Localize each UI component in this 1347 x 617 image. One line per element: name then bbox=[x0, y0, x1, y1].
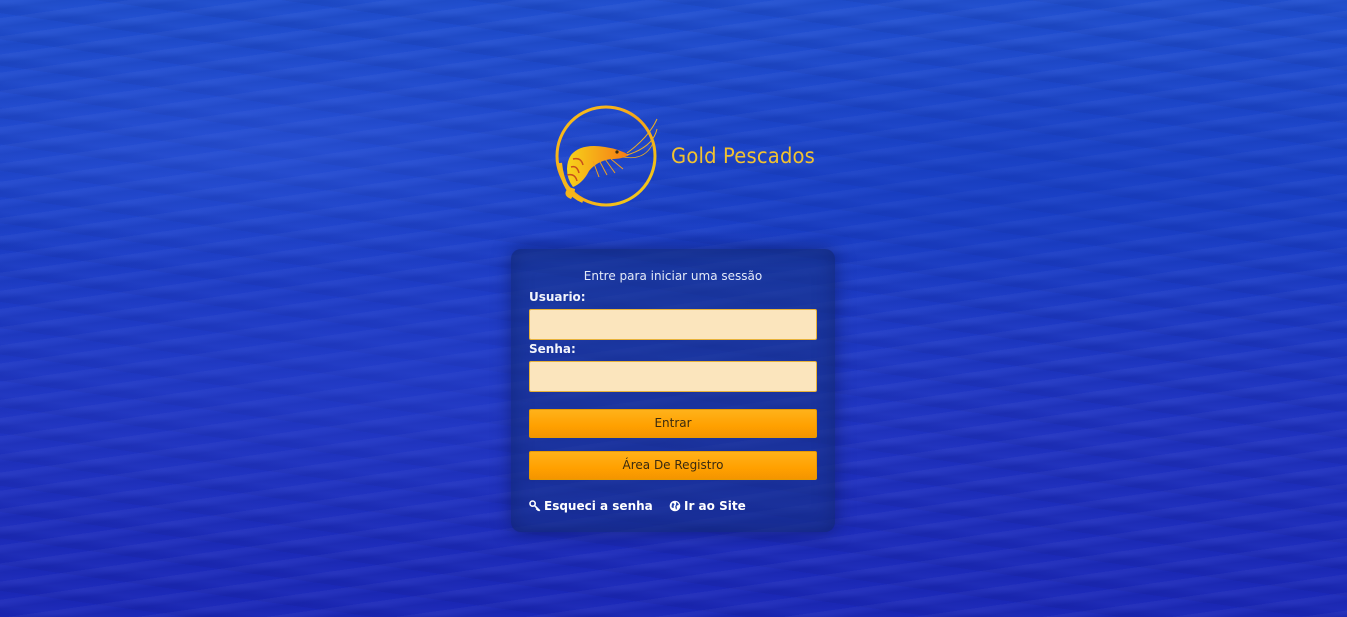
forgot-password-label: Esqueci a senha bbox=[544, 499, 653, 513]
go-to-site-link[interactable]: Ir ao Site bbox=[669, 499, 746, 513]
shrimp-logo-icon bbox=[555, 105, 658, 207]
password-label: Senha: bbox=[529, 342, 576, 356]
brand-name: Gold Pescados bbox=[671, 144, 816, 168]
key-icon bbox=[529, 500, 541, 512]
login-title: Entre para iniciar uma sessão bbox=[583, 269, 763, 283]
password-input[interactable] bbox=[529, 361, 817, 392]
go-to-site-label: Ir ao Site bbox=[684, 499, 746, 513]
globe-icon bbox=[669, 500, 681, 512]
username-input[interactable] bbox=[529, 309, 817, 340]
login-button[interactable]: Entrar bbox=[529, 409, 817, 438]
login-panel: Entre para iniciar uma sessão Usuario: S… bbox=[511, 249, 835, 532]
forgot-password-link[interactable]: Esqueci a senha bbox=[529, 499, 653, 513]
brand-logo: Gold Pescados bbox=[553, 103, 816, 211]
register-area-button[interactable]: Área De Registro bbox=[529, 451, 817, 480]
username-label: Usuario: bbox=[529, 290, 586, 304]
